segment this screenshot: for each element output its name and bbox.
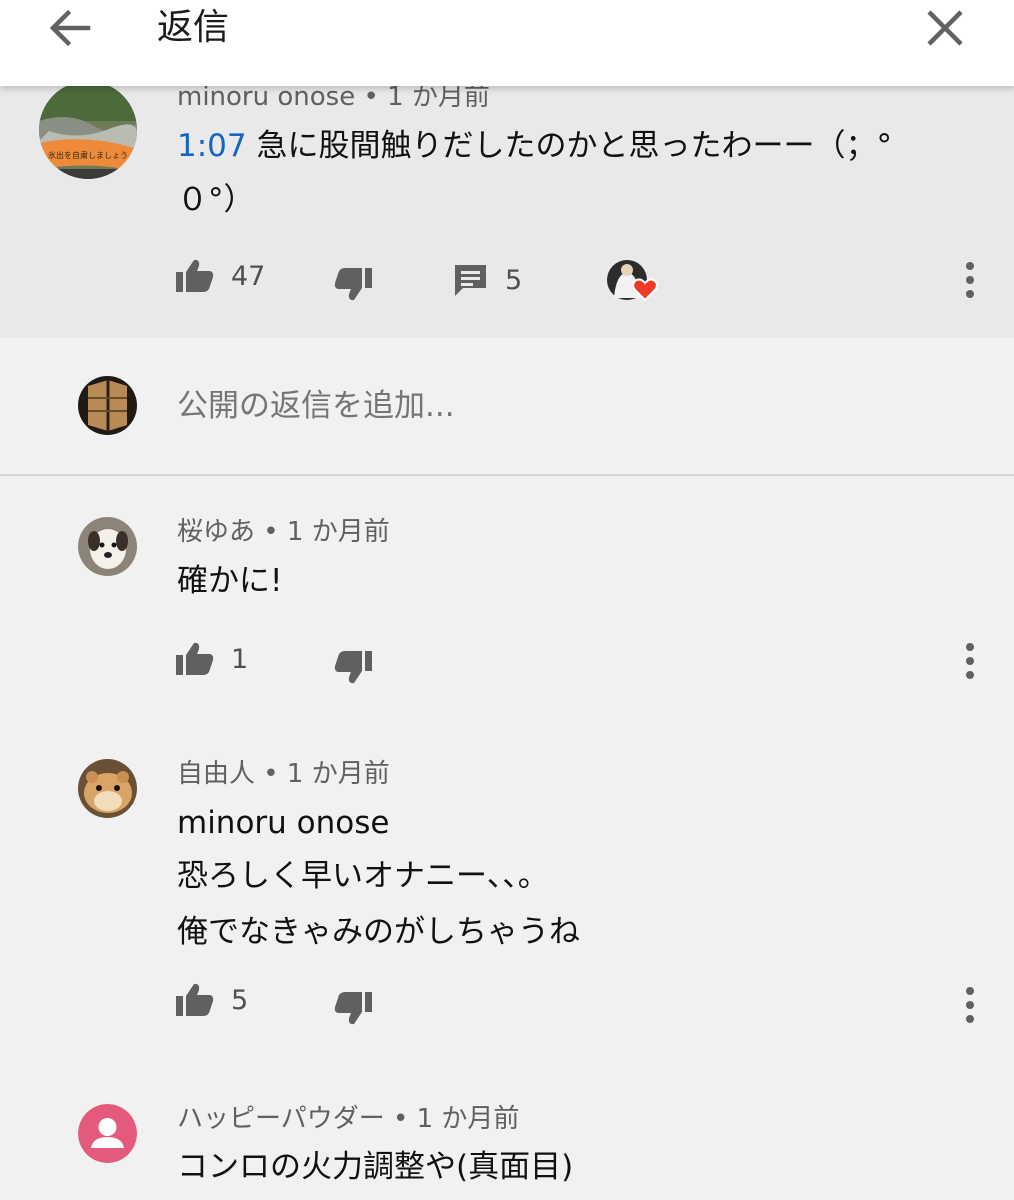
comment-age: 1 か月前 xyxy=(286,517,390,547)
page-title: 返信 xyxy=(157,7,230,48)
comment-meta: 自由人 • 1 か月前 xyxy=(177,757,390,791)
comment-text: minoru onose 恐ろしく早いオナニー、、。 俺でなきゃみのがしちゃうね xyxy=(177,800,580,958)
more-vert-icon xyxy=(966,987,974,1023)
dislike-button[interactable] xyxy=(333,649,373,685)
like-count: 5 xyxy=(231,984,249,1016)
creator-heart-badge xyxy=(606,258,662,306)
avatar[interactable] xyxy=(78,759,137,818)
comment-author[interactable]: ハッピーパウダー xyxy=(177,1104,385,1134)
thumb-down-icon xyxy=(334,992,372,1025)
thumb-down-icon xyxy=(334,651,372,684)
thumb-up-icon xyxy=(176,983,214,1016)
more-vert-icon xyxy=(966,262,974,298)
my-avatar xyxy=(78,376,137,435)
more-options-button[interactable] xyxy=(960,260,980,300)
meta-separator: • xyxy=(355,82,388,112)
dislike-button[interactable] xyxy=(333,990,373,1026)
like-button[interactable]: 5 xyxy=(175,982,248,1018)
comment-meta: 桜ゆあ • 1 か月前 xyxy=(177,515,390,549)
replies-screen: 返信 氷出を自粛しましょう minoru onose • 1 か月前 1:07 … xyxy=(0,0,1014,1200)
more-options-button[interactable] xyxy=(960,985,980,1025)
heart-icon xyxy=(632,278,658,302)
reply-count: 5 xyxy=(505,264,523,296)
comment-icon xyxy=(455,265,486,296)
avatar[interactable] xyxy=(78,517,137,576)
dislike-button[interactable] xyxy=(333,266,373,302)
reply-count-button[interactable]: 5 xyxy=(453,262,522,298)
like-count: 1 xyxy=(231,643,249,675)
top-app-bar: 返信 xyxy=(0,0,1014,86)
comment-age: 1 か月前 xyxy=(387,82,490,112)
mentioned-user[interactable]: minoru onose xyxy=(177,800,580,846)
comment-age: 1 か月前 xyxy=(286,759,390,789)
like-button[interactable]: 47 xyxy=(175,258,265,294)
comment-text-line: 恐ろしく早いオナニー、、。 xyxy=(177,858,549,894)
thumb-up-icon xyxy=(176,259,214,292)
more-vert-icon xyxy=(966,643,974,679)
close-button[interactable] xyxy=(922,6,968,50)
reply-item: ハッピーパウダー • 1 か月前 コンロの火力調整や(真面目) xyxy=(0,1064,1014,1200)
like-count: 47 xyxy=(231,260,266,292)
comment-text: 1:07 急に股間触りだしたのかと思ったわーー（；° ０°） xyxy=(177,123,967,223)
comment-age: 1 か月前 xyxy=(416,1104,520,1134)
meta-separator: • xyxy=(255,517,287,547)
comment-meta: ハッピーパウダー • 1 か月前 xyxy=(177,1102,519,1136)
meta-separator: • xyxy=(255,759,287,789)
person-icon xyxy=(78,1104,137,1163)
default-avatar[interactable] xyxy=(78,1104,137,1163)
avatar[interactable]: 氷出を自粛しましょう xyxy=(39,81,137,179)
comment-text-line: ０°） xyxy=(177,182,255,218)
comment-text-line: 俺でなきゃみのがしちゃうね xyxy=(177,914,580,950)
more-options-button[interactable] xyxy=(960,641,980,681)
svg-text:氷出を自粛しましょう: 氷出を自粛しましょう xyxy=(48,150,128,160)
thumb-up-icon xyxy=(176,642,214,675)
reply-item: 桜ゆあ • 1 か月前 確かに! 1 xyxy=(0,477,1014,717)
reply-input-placeholder[interactable]: 公開の返信を追加... xyxy=(177,385,455,427)
reply-item: 自由人 • 1 か月前 minoru onose 恐ろしく早いオナニー、、。 俺… xyxy=(0,718,1014,1063)
arrow-back-icon xyxy=(49,9,91,47)
like-button[interactable]: 1 xyxy=(175,641,248,677)
comment-text-line: 急に股間触りだしたのかと思ったわーー（；° xyxy=(256,128,892,164)
comment-author[interactable]: minoru onose xyxy=(177,82,355,112)
reply-input-row[interactable]: 公開の返信を追加... xyxy=(0,338,1014,476)
comment-author[interactable]: 桜ゆあ xyxy=(177,517,255,547)
comment-text: 確かに! xyxy=(177,563,283,599)
timestamp-link[interactable]: 1:07 xyxy=(177,128,247,164)
thumb-down-icon xyxy=(334,268,372,301)
parent-comment: 氷出を自粛しましょう minoru onose • 1 か月前 1:07 急に股… xyxy=(0,81,1014,338)
back-button[interactable] xyxy=(44,6,96,50)
comment-text: コンロの火力調整や(真面目) xyxy=(177,1149,574,1185)
close-icon xyxy=(927,10,963,46)
comment-author[interactable]: 自由人 xyxy=(177,759,255,789)
meta-separator: • xyxy=(384,1104,417,1134)
